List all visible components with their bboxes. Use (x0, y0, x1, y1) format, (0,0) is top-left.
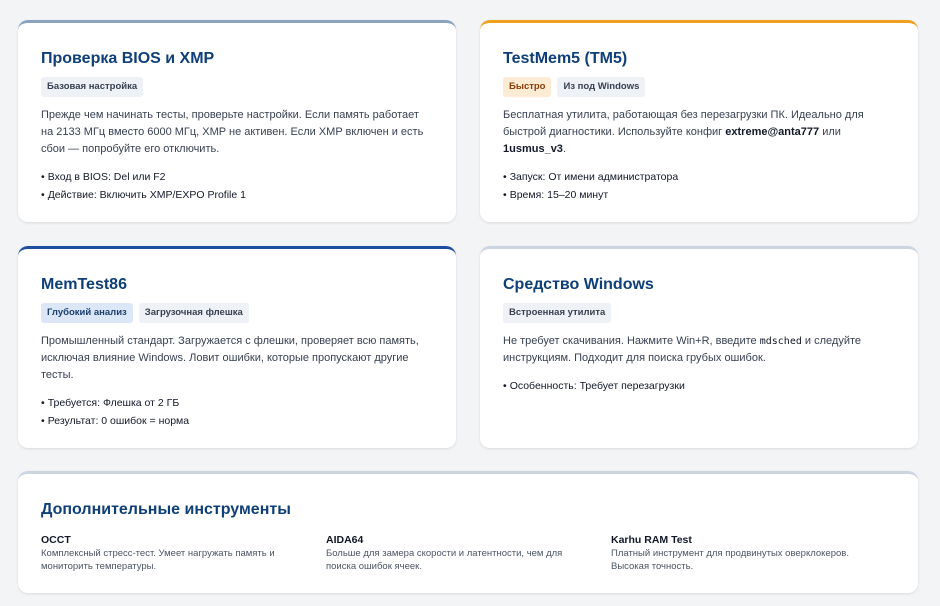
fact-item: • Действие: Включить XMP/EXPO Profile 1 (41, 189, 246, 201)
card-title: MemTest86 (41, 276, 127, 293)
tool-description: Комплексный стресс-тест. Умеет нагружать… (41, 548, 275, 572)
card-title: Проверка BIOS и XMP (41, 50, 215, 67)
card-extra-tools: Дополнительные инструменты OCCT Комплекс… (18, 471, 918, 593)
card-bios-xmp: Проверка BIOS и XMP Базовая настройка Пр… (18, 20, 456, 222)
fact-item: • Время: 15–20 минут (503, 189, 609, 201)
tool-name: Karhu RAM Test (611, 534, 692, 546)
tool-name: OCCT (41, 534, 71, 546)
card-description: Промышленный стандарт. Загружается с фле… (41, 335, 419, 381)
fact-list: • Требуется: Флешка от 2 ГБ • Результат: 0… (41, 394, 434, 430)
tag-deep-analysis: Глубокий анализ (41, 303, 133, 323)
tool-item-karhu: Karhu RAM Test Платный инструмент для пр… (611, 533, 896, 573)
card-memtest86: MemTest86 Глубокий анализ Загрузочная фл… (18, 246, 456, 448)
fact-list: • Особенность: Требует перезагрузки (503, 377, 896, 395)
card-windows-tool: Средство Windows Встроенная утилита Не т… (480, 246, 918, 448)
card-description: Не требует скачивания. Нажмите Win+R, вв… (503, 335, 862, 364)
card-title: TestMem5 (TM5) (503, 50, 628, 67)
tool-item-aida64: AIDA64 Больше для замера скорости и лате… (326, 533, 611, 573)
tool-list: OCCT Комплексный стресс-тест. Умеет нагр… (41, 533, 896, 573)
tool-description: Больше для замера скорости и латентности… (326, 548, 563, 572)
tag-boot-usb: Загрузочная флешка (138, 303, 249, 323)
config-name: extreme@anta777 (725, 126, 820, 138)
fact-item: • Особенность: Требует перезагрузки (503, 380, 685, 392)
command-code: mdsched (759, 336, 802, 347)
card-description: Бесплатная утилита, работающая без перез… (503, 109, 864, 155)
fact-item: • Результат: 0 ошибок = норма (41, 415, 190, 427)
fact-item: • Запуск: От имени администратора (503, 171, 679, 183)
tag-fast: Быстро (503, 77, 552, 97)
card-title: Средство Windows (503, 276, 654, 293)
card-testmem5: TestMem5 (TM5) Быстро Из под Windows Бес… (480, 20, 918, 222)
tag-builtin: Встроенная утилита (503, 303, 612, 323)
tag-list: Встроенная утилита (503, 303, 896, 323)
tool-name: AIDA64 (326, 534, 364, 546)
tool-description: Платный инструмент для продвинутых оверк… (611, 548, 849, 572)
tag-list: Базовая настройка (41, 77, 434, 97)
fact-list: • Запуск: От имени администратора • Время:… (503, 168, 896, 204)
tool-item-occt: OCCT Комплексный стресс-тест. Умеет нагр… (41, 533, 326, 573)
card-description: Прежде чем начинать тесты, проверьте нас… (41, 109, 424, 155)
tag-list: Быстро Из под Windows (503, 77, 896, 97)
fact-item: • Вход в BIOS: Del или F2 (41, 171, 166, 183)
section-title: Дополнительные инструменты (41, 501, 291, 518)
tag-basic-setup: Базовая настройка (41, 77, 144, 97)
config-name: 1usmus_v3 (503, 143, 563, 155)
fact-item: • Требуется: Флешка от 2 ГБ (41, 397, 180, 409)
tag-list: Глубокий анализ Загрузочная флешка (41, 303, 434, 323)
tag-from-windows: Из под Windows (557, 77, 646, 97)
fact-list: • Вход в BIOS: Del или F2 • Действие: Вклю… (41, 168, 434, 204)
